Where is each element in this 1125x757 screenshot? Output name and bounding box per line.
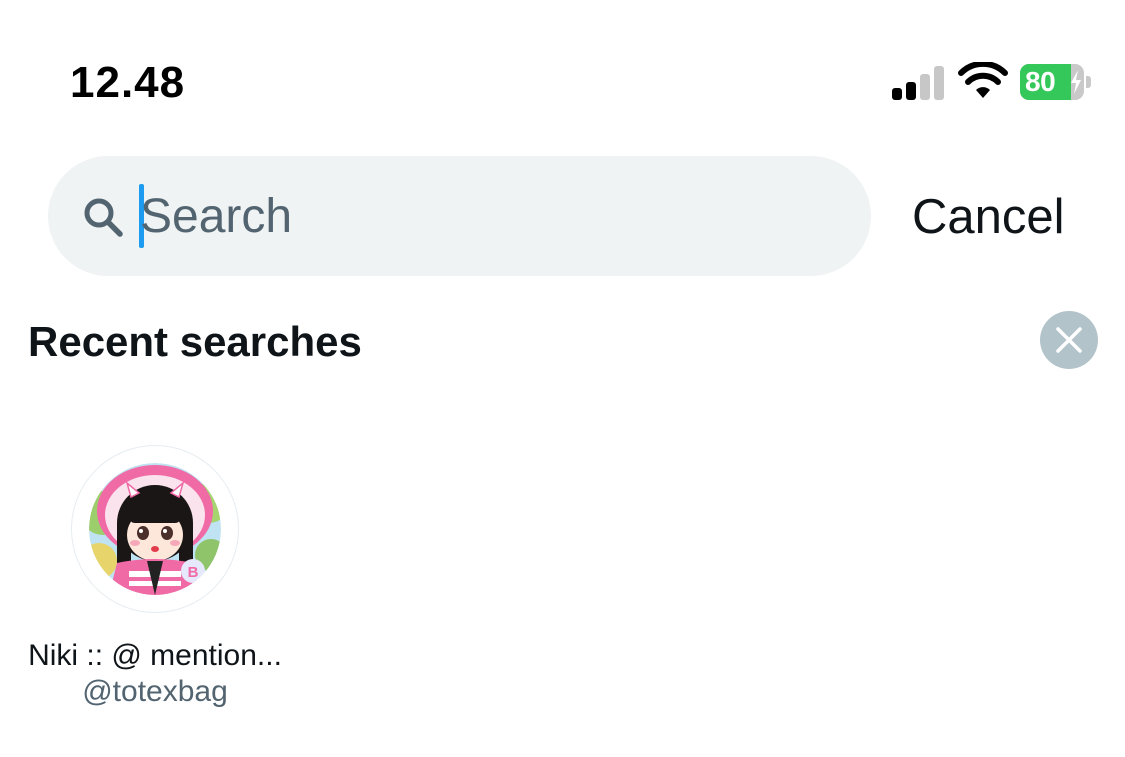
account-handle: @totexbag [82,675,228,708]
close-icon [1056,327,1082,353]
search-bar[interactable] [48,156,871,276]
account-display-name: Niki :: @ mention... [28,639,282,672]
status-time: 12.48 [70,58,186,107]
cancel-button[interactable]: Cancel [912,186,1065,248]
svg-text:B: B [188,564,199,581]
search-input[interactable] [140,180,840,252]
search-screen: 12.48 80 Search Cancel Recent searches B… [0,0,1125,757]
search-icon [84,198,123,237]
signal-icon [892,66,944,100]
recent-account-item[interactable]: B Niki :: @ mention... @totexbag [20,440,290,720]
wifi-icon [958,62,1008,98]
battery-body: 80 [1020,64,1084,100]
recent-searches-title: Recent searches [28,318,362,365]
avatar[interactable]: B [89,463,221,595]
battery-cap [1086,76,1091,88]
status-bar: 12.48 80 [0,0,1125,120]
avatar-ring: B [71,445,239,613]
battery-charging-icon: 80 [1020,64,1092,100]
bolt-icon [1071,70,1081,94]
clear-recent-searches-button[interactable] [1040,311,1098,369]
